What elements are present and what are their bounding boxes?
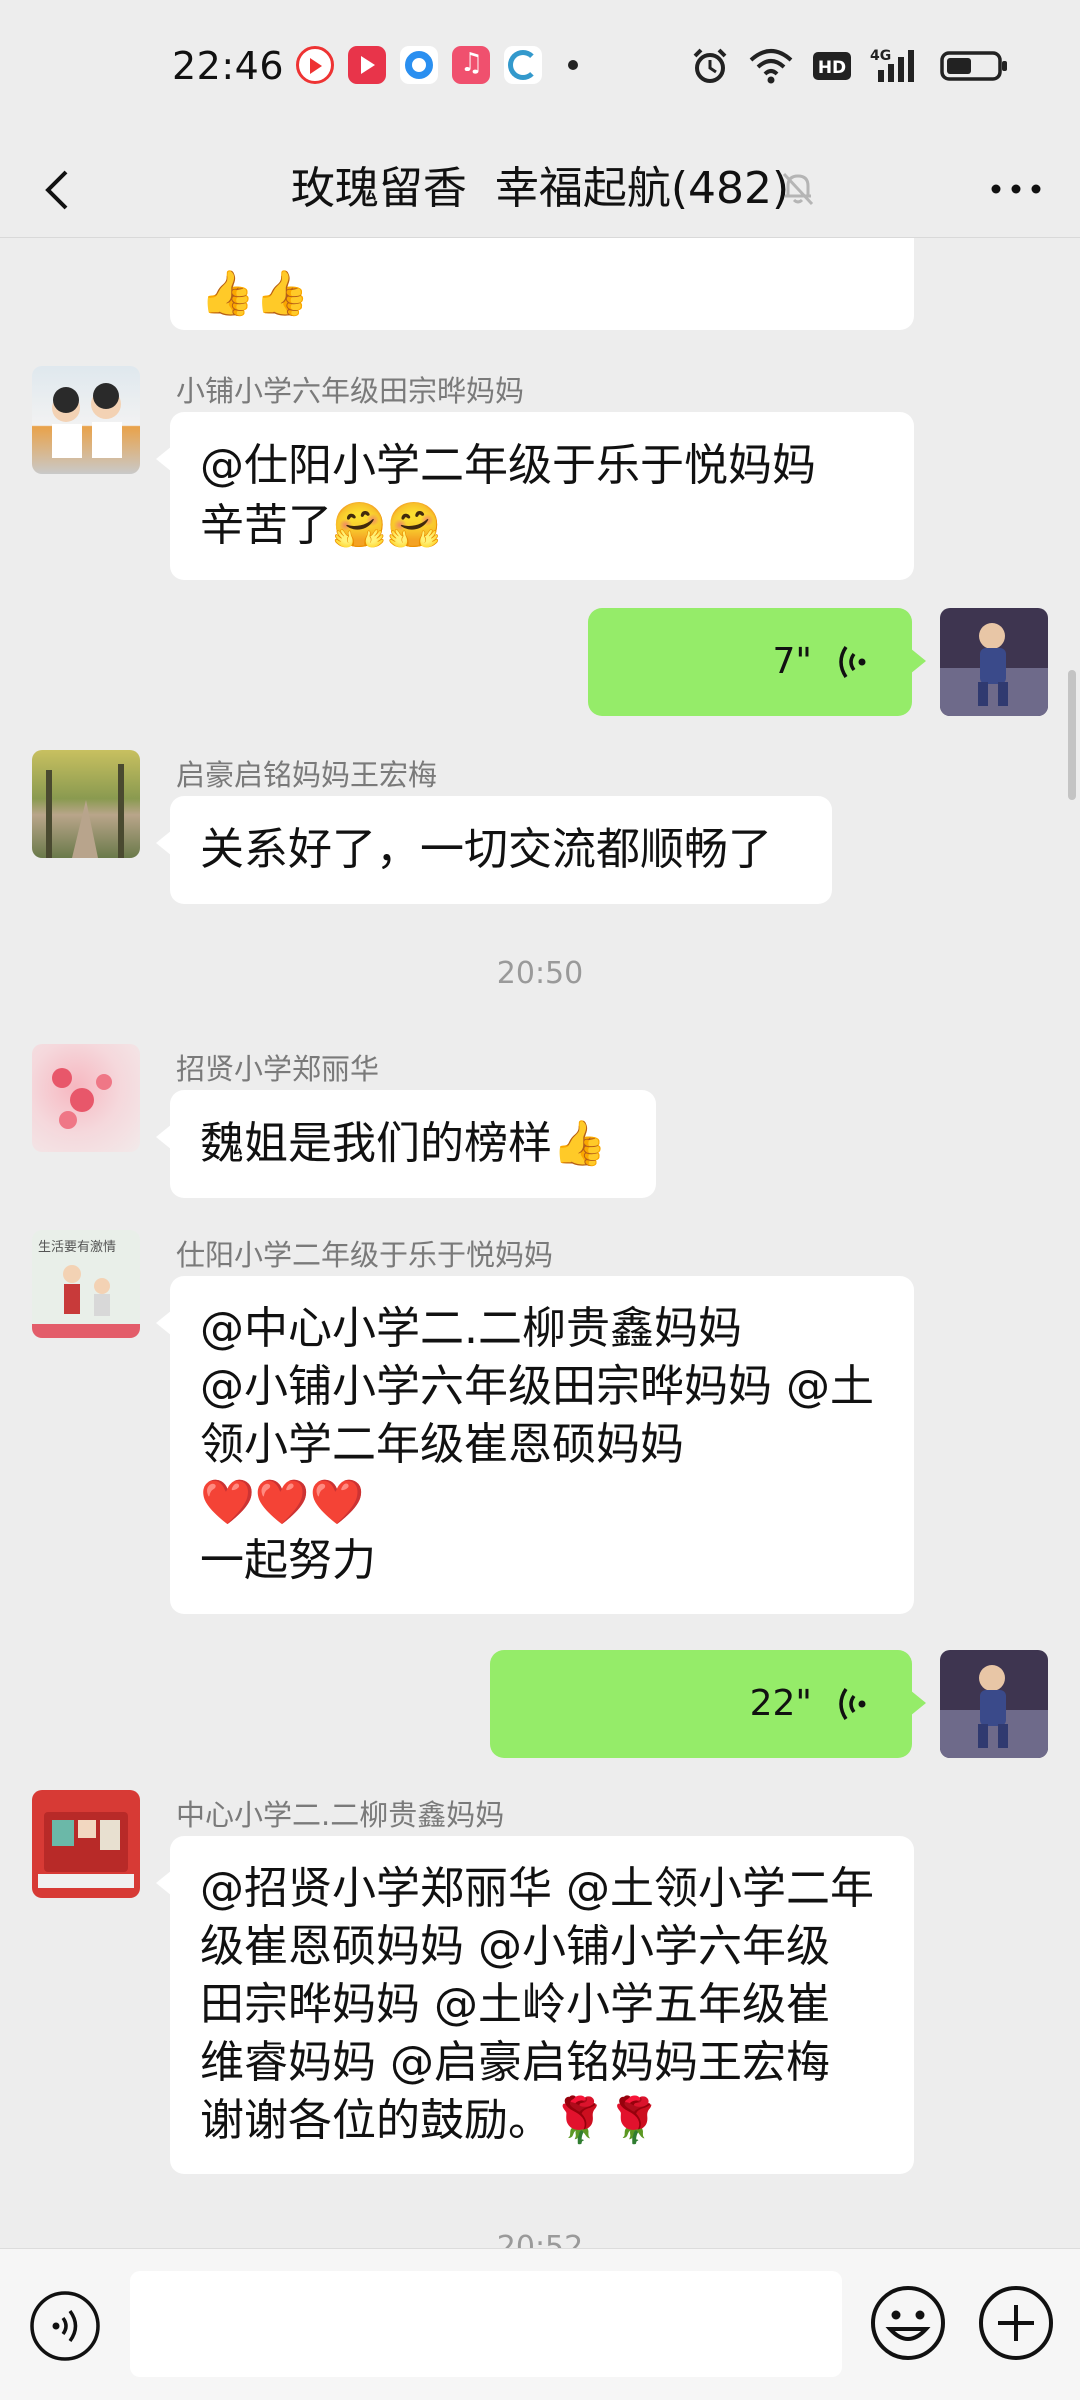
sender-name: 启豪启铭妈妈王宏梅: [176, 758, 438, 792]
status-indicators: HD 4G: [690, 46, 1008, 86]
voice-wave-icon: [839, 646, 866, 678]
message-bubble[interactable]: @招贤小学郑丽华 @土领小学二年 级崔恩硕妈妈 @小铺小学六年级 田宗晔妈妈 @…: [156, 1836, 914, 2174]
notification-app-icons: [296, 46, 578, 84]
hd-icon: HD: [813, 52, 851, 80]
wifi-icon: [749, 49, 793, 84]
message-text: 田宗晔妈妈 @土岭小学五年级崔: [200, 1979, 830, 2030]
video-app-icon: [296, 46, 334, 84]
music-app-icon: [452, 46, 490, 84]
avatar-photo: [46, 764, 124, 858]
chat-app-icon: [504, 46, 542, 84]
chat-header: 玫瑰留香 幸福起航(482): [0, 138, 1080, 238]
input-bar: [0, 2248, 1080, 2400]
sender-name: 中心小学二.二柳贵鑫妈妈: [176, 1798, 505, 1832]
sender-name: 仕阳小学二年级于乐于悦妈妈: [176, 1238, 554, 1272]
mute-bell-icon: [782, 172, 814, 206]
status-bar: 22:46 HD 4G: [0, 0, 1080, 138]
avatar[interactable]: [32, 1044, 140, 1152]
voice-wave-icon: [839, 1688, 866, 1720]
voice-message-bubble[interactable]: 22": [490, 1650, 926, 1758]
more-notifications-dot: [568, 60, 578, 70]
voice-duration: 22": [749, 1683, 812, 1724]
message-text: @仕阳小学二年级于乐于悦妈妈: [200, 440, 816, 491]
message-text: 维睿妈妈 @启豪启铭妈妈王宏梅: [200, 2037, 830, 2088]
voice-duration: 7": [772, 641, 812, 682]
message-text: 👍👍: [200, 268, 310, 319]
message-input[interactable]: [130, 2271, 842, 2377]
message-text: 辛苦了🤗🤗: [200, 500, 442, 551]
message-text: ❤️❤️❤️: [200, 1477, 365, 1528]
sender-name: 招贤小学郑丽华: [176, 1052, 380, 1086]
timestamp: 20:52: [496, 2230, 584, 2248]
more-options-icon[interactable]: [986, 164, 1046, 214]
avatar-caption: 生活要有激情: [38, 1240, 117, 1255]
self-avatar[interactable]: [940, 608, 1048, 716]
message-list[interactable]: 👍👍 小铺小学六年级田宗晔妈妈 @仕阳小学二年级于乐于悦妈妈 辛苦了🤗🤗 7": [0, 238, 1080, 2248]
hd-label: HD: [818, 58, 846, 78]
battery-icon: [940, 51, 1007, 81]
avatar-photo: [940, 623, 1048, 716]
message-bubble[interactable]: 👍👍: [170, 238, 914, 330]
avatar[interactable]: [32, 750, 140, 858]
message-text: @中心小学二.二柳贵鑫妈妈: [200, 1303, 742, 1354]
status-time: 22:46: [172, 44, 285, 88]
timestamp: 20:50: [496, 956, 584, 991]
message-text: 魏姐是我们的榜样👍: [200, 1118, 607, 1169]
avatar[interactable]: 生活要有激情: [32, 1230, 140, 1338]
voice-input-icon[interactable]: [28, 2289, 102, 2363]
alarm-icon: [693, 48, 727, 83]
emoji-icon[interactable]: [868, 2283, 948, 2363]
message-text: 领小学二年级崔恩硕妈妈: [200, 1419, 684, 1470]
message-bubble[interactable]: 关系好了，一切交流都顺畅了: [156, 796, 832, 904]
avatar-photo: [38, 1812, 134, 1888]
browser-app-icon: [400, 46, 438, 84]
message-text: 关系好了，一切交流都顺畅了: [200, 824, 772, 875]
avatar[interactable]: [32, 366, 140, 474]
avatar-photo: [940, 1665, 1048, 1758]
avatar-photo: [52, 383, 122, 458]
message-text: 级崔恩硕妈妈 @小铺小学六年级: [200, 1921, 830, 1972]
chat-title: 玫瑰留香 幸福起航(482): [0, 152, 1080, 216]
avatar[interactable]: [32, 1790, 140, 1898]
signal-icon: 4G: [870, 48, 914, 82]
message-bubble[interactable]: @仕阳小学二年级于乐于悦妈妈 辛苦了🤗🤗: [156, 412, 914, 580]
avatar-photo: [52, 1068, 112, 1129]
message-text: 一起努力: [200, 1535, 376, 1586]
add-attachment-icon[interactable]: [976, 2283, 1056, 2363]
sender-name: 小铺小学六年级田宗晔妈妈: [176, 374, 525, 408]
message-bubble[interactable]: 魏姐是我们的榜样👍: [156, 1090, 656, 1198]
play-app-icon: [348, 46, 386, 84]
scrollbar[interactable]: [1068, 670, 1076, 800]
network-label: 4G: [870, 48, 891, 64]
message-text: 谢谢各位的鼓励。🌹🌹: [200, 2095, 662, 2146]
message-bubble[interactable]: @中心小学二.二柳贵鑫妈妈 @小铺小学六年级田宗晔妈妈 @土 领小学二年级崔恩硕…: [156, 1276, 914, 1614]
self-avatar[interactable]: [940, 1650, 1048, 1758]
voice-message-bubble[interactable]: 7": [588, 608, 926, 716]
message-text: @招贤小学郑丽华 @土领小学二年: [200, 1863, 874, 1914]
chat-title-text: 玫瑰留香 幸福起航(482): [290, 163, 790, 214]
message-text: @小铺小学六年级田宗晔妈妈 @土: [200, 1361, 874, 1412]
